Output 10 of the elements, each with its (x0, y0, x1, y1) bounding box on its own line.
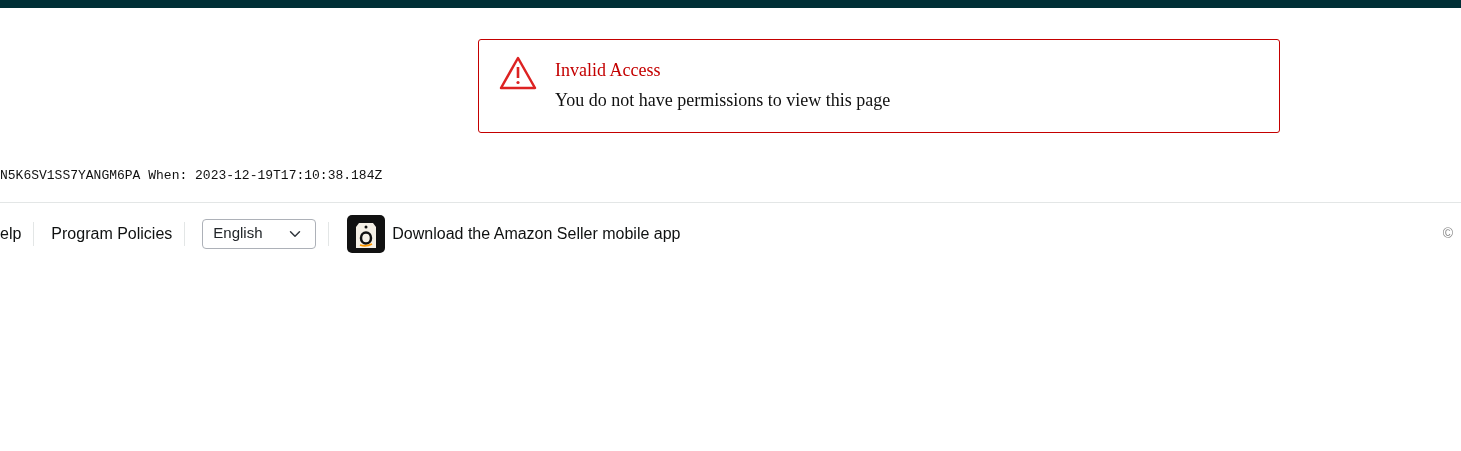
footer-link[interactable]: Program Policies (51, 221, 185, 246)
language-select[interactable]: English (202, 218, 317, 249)
alert-message: You do not have permissions to view this page (555, 89, 891, 111)
request-info: N5K6SV1SS7YANGM6PA When: 2023-12-19T17:10:38.184Z (0, 168, 383, 183)
alert-title: Invalid Access (555, 59, 662, 81)
warning-icon (499, 56, 537, 90)
app-logo-icon (346, 213, 387, 254)
footer-link[interactable]: elp (0, 221, 34, 246)
copyright-text: © (1442, 224, 1453, 243)
app-download-link[interactable]: Download the Amazon Seller mobile app (392, 221, 693, 246)
